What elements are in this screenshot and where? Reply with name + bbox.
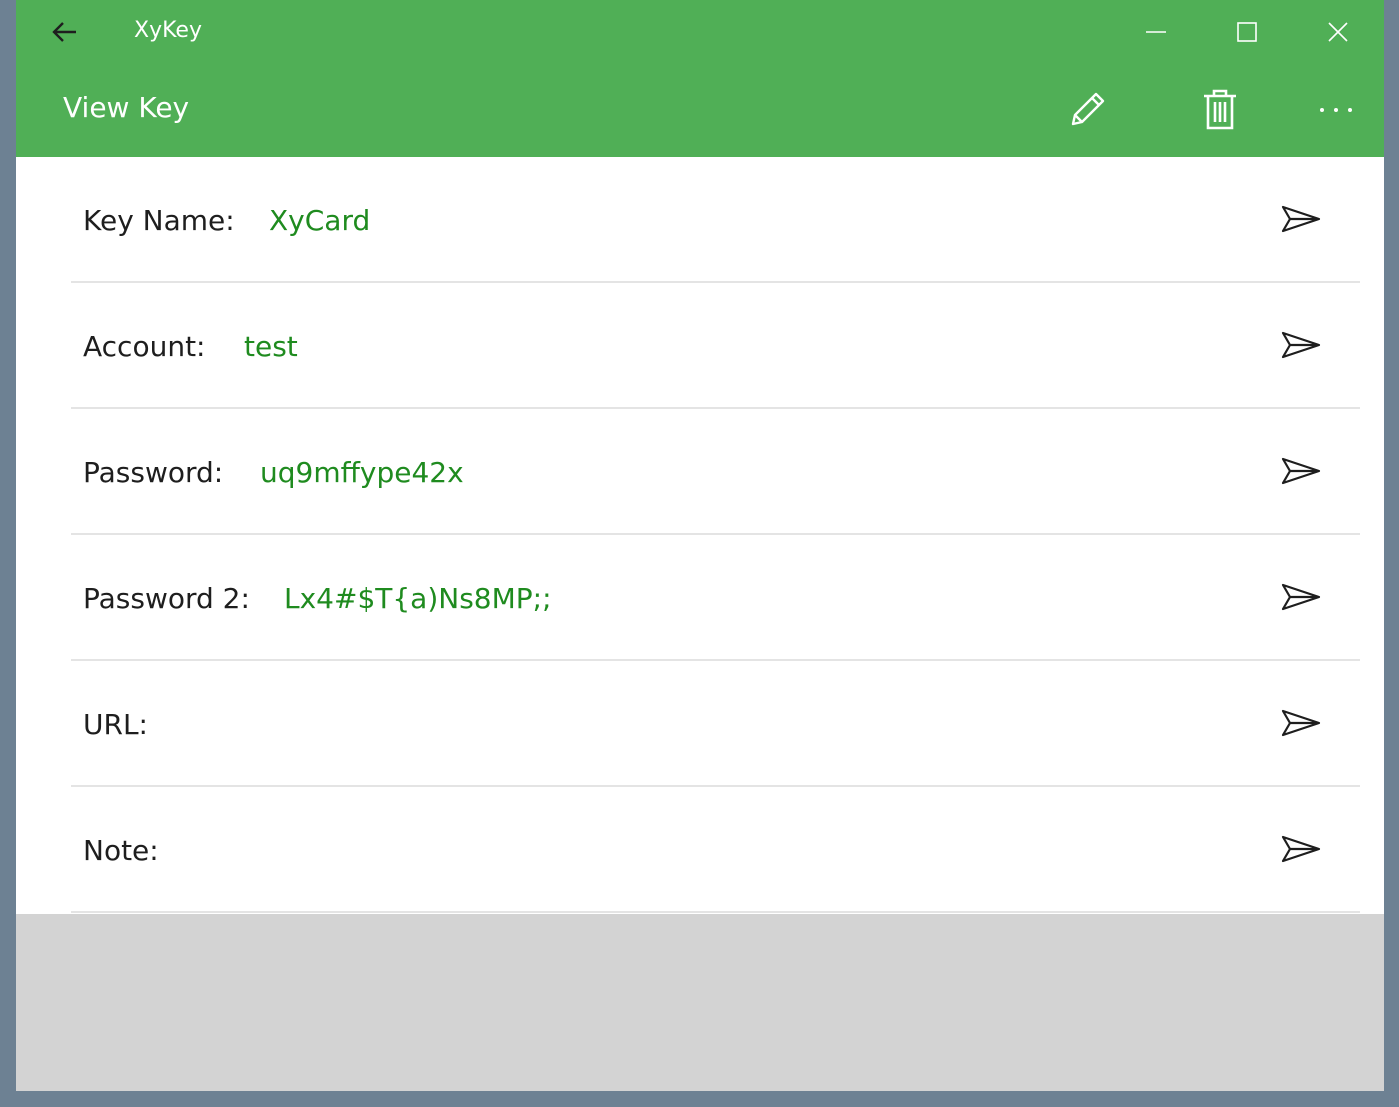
send-icon [1281, 709, 1321, 737]
send-icon [1281, 205, 1321, 233]
send-key-name-button[interactable] [1276, 197, 1326, 241]
field-row-password-2: Password 2: Lx4#$T{a)Ns8MP;; [71, 535, 1360, 661]
field-label-account: Account: [83, 330, 206, 363]
maximize-button[interactable] [1224, 12, 1270, 52]
field-value-account: test [244, 330, 298, 363]
maximize-icon [1237, 22, 1257, 42]
send-icon [1281, 835, 1321, 863]
field-row-account: Account: test [71, 283, 1360, 409]
send-url-button[interactable] [1276, 701, 1326, 745]
field-label-key-name: Key Name: [83, 204, 235, 237]
back-button[interactable] [44, 12, 84, 52]
arrow-left-icon [52, 22, 76, 42]
field-row-password: Password: uq9mffype42x [71, 409, 1360, 535]
title-bar: XyKey View Key [16, 0, 1384, 157]
send-icon [1281, 583, 1321, 611]
send-password-2-button[interactable] [1276, 575, 1326, 619]
app-window: XyKey View Key Key Name: XyCard Account:… [16, 0, 1384, 1091]
minimize-icon [1146, 31, 1166, 33]
field-row-note: Note: [71, 787, 1360, 913]
send-icon [1281, 457, 1321, 485]
send-account-button[interactable] [1276, 323, 1326, 367]
field-row-url: URL: [71, 661, 1360, 787]
field-value-password-2: Lx4#$T{a)Ns8MP;; [284, 582, 552, 615]
delete-button[interactable] [1192, 82, 1248, 138]
edit-button[interactable] [1059, 82, 1115, 138]
minimize-button[interactable] [1133, 12, 1179, 52]
more-icon [1320, 108, 1352, 112]
field-label-password-2: Password 2: [83, 582, 250, 615]
trash-icon [1204, 89, 1236, 130]
key-details: Key Name: XyCard Account: test Password:… [16, 157, 1384, 914]
close-button[interactable] [1315, 12, 1361, 52]
send-password-button[interactable] [1276, 449, 1326, 493]
send-note-button[interactable] [1276, 827, 1326, 871]
send-icon [1281, 331, 1321, 359]
field-row-key-name: Key Name: XyCard [71, 157, 1360, 283]
field-value-key-name: XyCard [269, 204, 371, 237]
field-value-password: uq9mffype42x [260, 456, 464, 489]
close-icon [1328, 22, 1348, 42]
field-label-note: Note: [83, 834, 159, 867]
field-label-password: Password: [83, 456, 224, 489]
field-label-url: URL: [83, 708, 148, 741]
more-button[interactable] [1308, 82, 1364, 138]
page-title: View Key [63, 91, 190, 124]
app-title: XyKey [134, 18, 202, 43]
pencil-icon [1071, 92, 1105, 126]
